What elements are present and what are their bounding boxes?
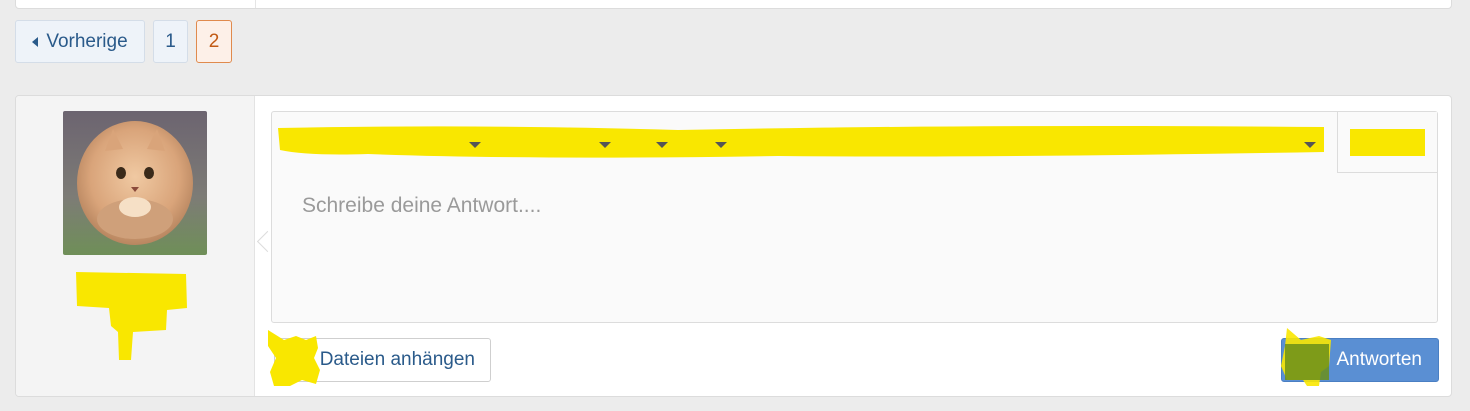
submit-icon-redacted	[1281, 328, 1331, 386]
attach-icon-redacted	[268, 330, 320, 386]
reply-placeholder[interactable]: Schreibe deine Antwort....	[302, 194, 541, 218]
submit-reply-label: Antworten	[1336, 349, 1422, 370]
caret-left-icon	[32, 36, 39, 47]
caret-down-icon[interactable]	[656, 142, 668, 148]
attach-files-label: Dateien anhängen	[319, 349, 475, 370]
avatar[interactable]	[63, 111, 207, 255]
previous-post-footer	[15, 0, 1452, 9]
toolbar-toggle[interactable]	[1337, 112, 1437, 173]
caret-down-icon[interactable]	[469, 142, 481, 148]
page-2-button[interactable]: 2	[196, 20, 232, 63]
username-redacted	[76, 272, 187, 360]
previous-page-button[interactable]: Vorherige	[15, 20, 145, 63]
quick-reply-panel: Schreibe deine Antwort.... Dateien anhän…	[15, 95, 1452, 397]
caret-down-icon[interactable]	[1304, 142, 1316, 148]
caret-down-icon[interactable]	[599, 142, 611, 148]
caret-down-icon[interactable]	[715, 142, 727, 148]
toolbar-redacted[interactable]	[278, 122, 1328, 160]
toolbar-toggle-redacted	[1350, 129, 1425, 156]
previous-page-label: Vorherige	[46, 30, 128, 52]
user-column	[16, 96, 255, 396]
pagination: Vorherige 1 2	[15, 20, 232, 63]
reply-editor[interactable]: Schreibe deine Antwort....	[271, 111, 1438, 323]
editor-toolbar	[272, 112, 1437, 173]
page-1-button[interactable]: 1	[153, 20, 188, 63]
post-column-divider	[255, 0, 256, 8]
